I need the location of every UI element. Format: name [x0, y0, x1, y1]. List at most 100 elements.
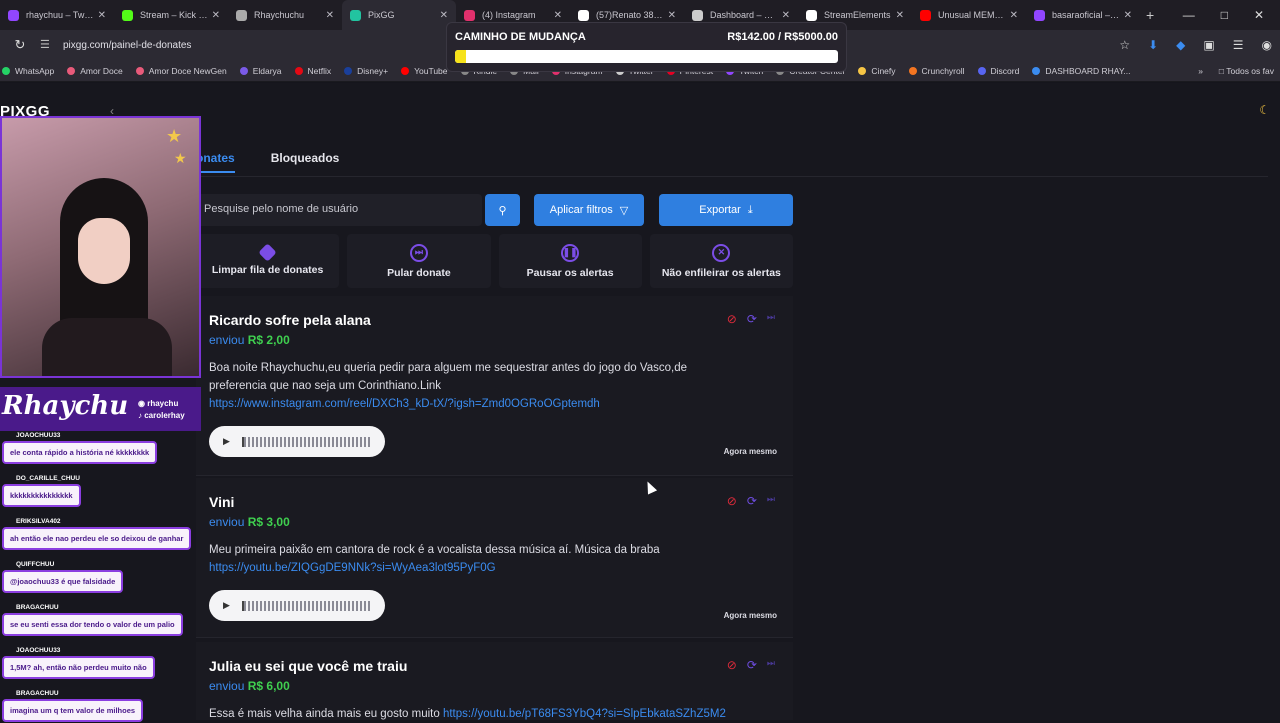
bookmark-item[interactable]: Amor Doce: [67, 66, 123, 76]
bookmark-favicon-icon: [239, 66, 248, 75]
chat-message: QUIFFCHUU @joaochuu33 é que falsidade: [2, 561, 124, 593]
donate-amount: R$ 6,00: [247, 679, 290, 693]
donate-item: ⊘ ⟳ ⏭ Julia eu sei que você me traiu env…: [196, 642, 793, 720]
tab-title: PixGG: [368, 10, 395, 20]
export-button[interactable]: Exportar ⤓: [659, 194, 793, 226]
no-queue-alerts-button[interactable]: ✕ Não enfileirar os alertas: [649, 234, 793, 288]
block-icon[interactable]: ⊘: [727, 312, 737, 326]
donate-link[interactable]: https://youtu.be/pT68FS3YbQ4?si=SlpEbkat…: [443, 708, 726, 720]
audio-player[interactable]: ▶: [209, 590, 385, 621]
no-queue-alerts-label: Não enfileirar os alertas: [661, 266, 781, 279]
bookmark-item[interactable]: Amor Doce NewGen: [135, 66, 227, 76]
bookmark-star-icon[interactable]: ☆: [1119, 38, 1130, 52]
apply-filters-button[interactable]: Aplicar filtros ▽: [534, 194, 644, 226]
reload-icon[interactable]: ↻: [0, 37, 40, 53]
close-tab-icon[interactable]: ✕: [212, 10, 220, 21]
skip-item-icon[interactable]: ⏭: [767, 658, 775, 672]
streamer-name-card: Rhaychu ◉ rhaychu ♪ carolerhay: [0, 387, 201, 431]
new-tab-icon[interactable]: +: [1146, 7, 1154, 23]
apply-filters-label: Aplicar filtros: [549, 204, 613, 216]
replay-icon[interactable]: ⟳: [747, 658, 757, 672]
minimize-icon[interactable]: —: [1183, 8, 1195, 22]
block-icon[interactable]: ⊘: [727, 658, 737, 672]
donate-message-text: Meu primeira paixão em cantora de rock é…: [209, 544, 660, 556]
tab-title: rhaychuu – Twitch: [26, 10, 94, 20]
bookmark-item[interactable]: Crunchyroll: [908, 66, 965, 76]
donor-name: Julia eu sei que você me traiu: [209, 658, 408, 674]
skip-item-icon[interactable]: ⏭: [767, 312, 775, 326]
browser-tab[interactable]: Unusual MEMES ✕: [912, 0, 1026, 30]
donate-message: Essa é mais velha ainda mais eu gosto mu…: [209, 705, 769, 723]
donate-amount: R$ 3,00: [247, 515, 290, 529]
bookmark-item[interactable]: Eldarya: [239, 66, 282, 76]
replay-icon[interactable]: ⟳: [747, 312, 757, 326]
donate-link[interactable]: https://www.instagram.com/reel/DXCh3_kD-…: [209, 398, 600, 410]
tab-favicon-icon: [464, 9, 475, 21]
bookmark-label: YouTube: [414, 65, 448, 76]
browser-tab[interactable]: basaraoficial – Twitch ✕: [1026, 0, 1140, 30]
chat-username: QUIFFCHUU: [16, 561, 55, 568]
search-input[interactable]: Pesquise pelo nome de usuário: [196, 194, 482, 226]
extension-gem-icon[interactable]: ◆: [1176, 38, 1185, 52]
tab-title: (4) Instagram: [482, 10, 536, 20]
browser-tab[interactable]: Stream – Kick Dashboard ✕: [114, 0, 228, 30]
close-tab-icon[interactable]: ✕: [554, 10, 562, 21]
download-icon[interactable]: ⬇: [1148, 38, 1158, 52]
donate-message-text: Boa noite Rhaychuchu,eu queria pedir par…: [209, 362, 687, 392]
profile-avatar[interactable]: ◉: [1262, 38, 1272, 52]
site-info-icon[interactable]: ☰: [40, 38, 54, 52]
browser-tab[interactable]: rhaychuu – Twitch ✕: [0, 0, 114, 30]
donate-link[interactable]: https://youtu.be/ZIQGgDE9NNk?si=WyAea3lo…: [209, 562, 496, 574]
tab-donates[interactable]: onates: [196, 151, 235, 173]
bookmark-favicon-icon: [401, 66, 410, 75]
close-tab-icon[interactable]: ✕: [326, 10, 334, 21]
bookmark-item[interactable]: DASHBOARD RHAY...: [1032, 65, 1131, 76]
extensions-icon[interactable]: ▣: [1203, 38, 1214, 52]
bookmark-item[interactable]: Netflix: [294, 66, 331, 76]
browser-tab[interactable]: PixGG ✕: [342, 0, 456, 30]
bookmark-item[interactable]: Discord: [977, 66, 1019, 76]
bookmark-favicon-icon: [67, 66, 76, 75]
maximize-icon[interactable]: □: [1221, 8, 1228, 22]
social-handles: ◉ rhaychu ♪ carolerhay: [138, 398, 185, 422]
clear-queue-button[interactable]: Limpar fila de donates: [196, 234, 340, 288]
skip-donate-button[interactable]: ⏭ Pular donate: [347, 234, 491, 288]
bookmark-item[interactable]: YouTube: [401, 65, 448, 76]
sent-word: enviou: [209, 515, 245, 529]
bookmark-item[interactable]: Disney+: [344, 66, 388, 76]
close-tab-icon[interactable]: ✕: [668, 10, 676, 21]
bookmark-item[interactable]: WhatsApp: [2, 66, 54, 76]
waveform[interactable]: [241, 436, 371, 447]
theme-toggle-icon[interactable]: ☾: [1259, 103, 1270, 117]
chat-bubble: @joaochuu33 é que falsidade: [2, 570, 124, 593]
close-tab-icon[interactable]: ✕: [98, 10, 106, 21]
close-tab-icon[interactable]: ✕: [896, 10, 904, 21]
block-icon[interactable]: ⊘: [727, 494, 737, 508]
search-button[interactable]: ⚲: [485, 194, 520, 226]
bookmark-favicon-icon: [977, 66, 986, 75]
play-icon[interactable]: ▶: [223, 436, 230, 447]
donate-item: ⊘ ⟳ ⏭ Vini enviou R$ 3,00 Meu primeira p…: [196, 478, 793, 638]
pause-alerts-button[interactable]: ❚❚ Pausar os alertas: [498, 234, 642, 288]
close-tab-icon[interactable]: ✕: [1010, 10, 1018, 21]
close-window-icon[interactable]: ✕: [1254, 8, 1264, 22]
more-bookmarks-icon[interactable]: »: [1198, 66, 1203, 76]
bookmark-label: Disney+: [357, 65, 389, 76]
play-icon[interactable]: ▶: [223, 600, 230, 611]
bookmark-label: DASHBOARD RHAY...: [1045, 65, 1131, 76]
replay-icon[interactable]: ⟳: [747, 494, 757, 508]
bookmark-item[interactable]: Cinefy: [858, 66, 896, 76]
media-icon[interactable]: ☰: [1233, 38, 1244, 52]
all-bookmarks-folder[interactable]: □ Todos os fav: [1219, 66, 1274, 76]
close-tab-icon[interactable]: ✕: [1124, 10, 1132, 21]
tab-blocked[interactable]: Bloqueados: [271, 151, 340, 173]
chat-message: JOAOCHUU33 ele conta rápido a história né…: [2, 432, 158, 464]
close-tab-icon[interactable]: ✕: [782, 10, 790, 21]
skip-item-icon[interactable]: ⏭: [767, 494, 775, 508]
close-tab-icon[interactable]: ✕: [440, 10, 448, 21]
bookmark-favicon-icon: [858, 66, 867, 75]
audio-player[interactable]: ▶: [209, 426, 385, 457]
waveform[interactable]: [241, 600, 371, 611]
browser-tab[interactable]: Rhaychuchu ✕: [228, 0, 342, 30]
sent-word: enviou: [209, 333, 245, 347]
